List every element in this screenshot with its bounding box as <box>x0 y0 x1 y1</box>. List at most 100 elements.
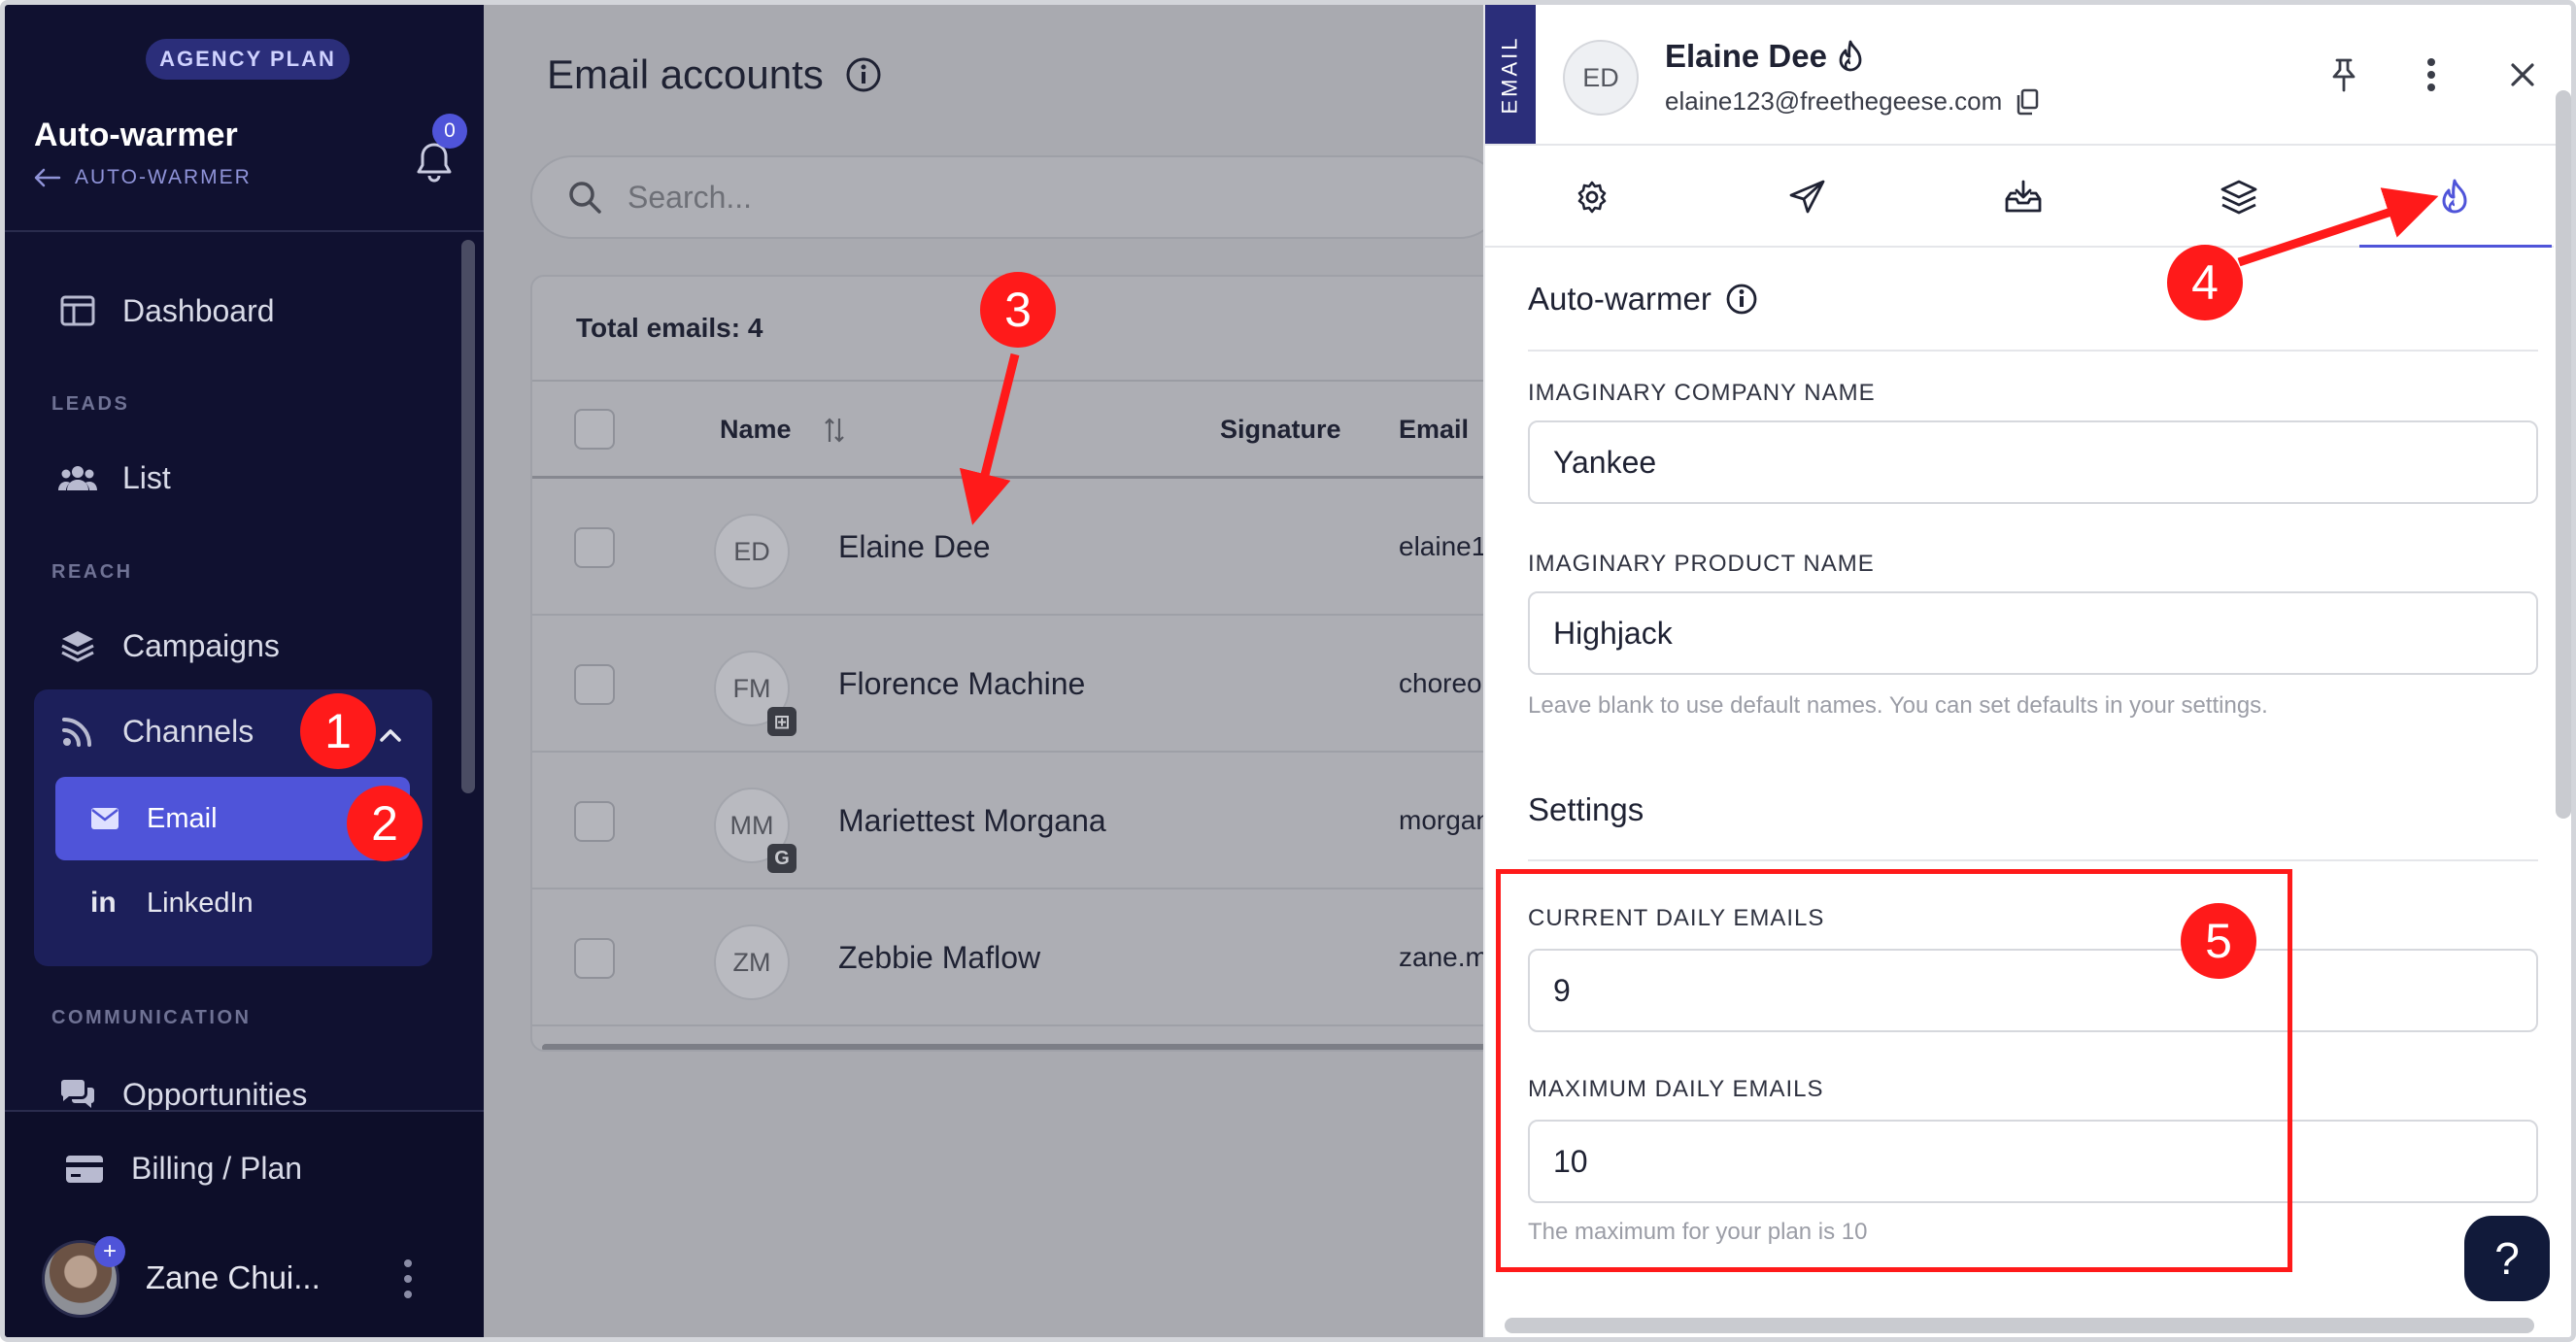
section-label-communication: COMMUNICATION <box>51 1007 252 1028</box>
workspace-sub-label: AUTO-WARMER <box>75 166 252 188</box>
table-row[interactable]: ED Elaine Dee elaine123@ <box>532 479 1500 616</box>
row-avatar: ED <box>714 514 790 589</box>
panel-email-text: elaine123@freethegeese.com <box>1665 86 2003 116</box>
panel-vertical-scrollbar[interactable] <box>2556 90 2571 819</box>
tab-auto-warmer[interactable] <box>2348 146 2561 248</box>
pin-button[interactable] <box>2322 53 2365 96</box>
more-options-button[interactable] <box>2410 53 2453 96</box>
sidebar-subitem-linkedin[interactable]: in LinkedIn <box>55 861 410 945</box>
close-button[interactable] <box>2501 53 2544 96</box>
sidebar-subitem-label: Email <box>147 802 218 834</box>
sidebar: AGENCY PLAN Auto-warmer AUTO-WARMER 0 Da… <box>5 5 484 1337</box>
flame-icon <box>1839 40 1862 72</box>
tab-inbox[interactable] <box>1916 146 2130 248</box>
layers-icon <box>61 631 94 662</box>
sidebar-item-label: Campaigns <box>122 627 280 663</box>
arrow-left-icon <box>34 168 61 187</box>
google-icon: G <box>767 844 797 873</box>
sidebar-scrollbar[interactable] <box>461 240 475 793</box>
user-name[interactable]: Zane Chui... <box>146 1259 321 1296</box>
panel-horizontal-scrollbar[interactable] <box>1505 1318 2534 1333</box>
search-input[interactable]: Search... <box>627 180 752 216</box>
copy-icon[interactable] <box>2016 88 2039 116</box>
row-name[interactable]: Florence Machine <box>838 666 1085 702</box>
annotation-marker-4: 4 <box>2167 245 2243 320</box>
sidebar-item-channels[interactable]: Channels <box>58 702 254 760</box>
dashboard-icon <box>60 295 95 326</box>
table-scrollbar[interactable] <box>542 1044 1494 1050</box>
table-row[interactable]: MM G Mariettest Morgana morganam <box>532 753 1500 889</box>
close-icon <box>2511 63 2534 86</box>
row-name[interactable]: Mariettest Morgana <box>838 803 1106 839</box>
info-icon[interactable] <box>1725 283 1758 316</box>
panel-tabs <box>1485 146 2554 248</box>
select-all-checkbox[interactable] <box>574 409 615 450</box>
pin-icon <box>2332 58 2356 92</box>
panel-avatar: ED <box>1563 40 1639 116</box>
company-name-input[interactable]: Yankee <box>1528 420 2538 504</box>
row-checkbox[interactable] <box>574 664 615 705</box>
sidebar-item-label: Channels <box>122 713 254 749</box>
sidebar-item-label: List <box>122 459 171 495</box>
settings-section-title: Settings <box>1528 791 1644 828</box>
section-divider <box>1528 350 2538 352</box>
main-content: Email accounts Search... Total emails: 4… <box>484 5 1502 1337</box>
email-side-tab: EMAIL <box>1485 5 1536 144</box>
row-checkbox[interactable] <box>574 801 615 842</box>
sidebar-item-list[interactable]: List <box>58 449 171 507</box>
paper-plane-icon <box>1789 180 1825 213</box>
app-window: AGENCY PLAN Auto-warmer AUTO-WARMER 0 Da… <box>0 0 2576 1342</box>
tab-settings[interactable] <box>1485 146 1699 248</box>
row-avatar: ZM <box>714 924 790 1000</box>
section-label-leads: LEADS <box>51 393 130 415</box>
annotation-marker-3: 3 <box>980 272 1056 348</box>
tab-campaigns[interactable] <box>2132 146 2346 248</box>
help-button[interactable]: ? <box>2464 1216 2550 1301</box>
active-tab-indicator <box>2359 245 2552 248</box>
row-name[interactable]: Elaine Dee <box>838 529 991 565</box>
panel-account-name: Elaine Dee <box>1665 38 1864 75</box>
microsoft-icon: ⊞ <box>767 707 797 736</box>
table-header: Name Signature Email <box>532 382 1500 479</box>
sidebar-item-label: Opportunities <box>122 1076 308 1112</box>
table-row[interactable]: FM ⊞ Florence Machine choreomar <box>532 616 1500 753</box>
avatar-plus-badge[interactable]: + <box>94 1236 125 1267</box>
table-row[interactable]: ZM Zebbie Maflow zane.mailf <box>532 889 1500 1026</box>
info-icon[interactable] <box>845 56 882 93</box>
chat-icon <box>60 1080 94 1108</box>
panel-name-text: Elaine Dee <box>1665 38 1827 74</box>
column-signature[interactable]: Signature <box>1220 415 1341 445</box>
layers-icon <box>2220 180 2257 214</box>
sidebar-footer-divider <box>5 1110 484 1112</box>
search-bar[interactable]: Search... <box>530 155 1502 239</box>
column-email[interactable]: Email <box>1399 415 1469 445</box>
chevron-up-icon[interactable] <box>374 719 407 752</box>
credit-card-icon <box>66 1155 103 1183</box>
gear-icon <box>1577 181 1607 213</box>
notification-count-badge: 0 <box>432 114 467 149</box>
row-name[interactable]: Zebbie Maflow <box>838 940 1040 976</box>
sort-icon[interactable] <box>824 417 845 444</box>
linkedin-icon: in <box>90 887 117 919</box>
inbox-download-icon <box>2005 180 2042 212</box>
search-icon <box>569 182 601 214</box>
tab-sending[interactable] <box>1701 146 1915 248</box>
column-name[interactable]: Name <box>720 415 792 445</box>
workspace-back-link[interactable]: AUTO-WARMER <box>34 166 252 189</box>
plan-badge: AGENCY PLAN <box>146 39 350 80</box>
workspace-title[interactable]: Auto-warmer <box>34 117 238 154</box>
row-checkbox[interactable] <box>574 527 615 568</box>
rss-icon <box>62 718 91 747</box>
sidebar-item-campaigns[interactable]: Campaigns <box>58 617 280 675</box>
sidebar-item-label: Billing / Plan <box>131 1151 303 1186</box>
sidebar-item-billing[interactable]: Billing / Plan <box>65 1151 302 1187</box>
more-vertical-icon[interactable] <box>401 1258 415 1300</box>
sidebar-subitem-label: LinkedIn <box>147 887 254 919</box>
row-checkbox[interactable] <box>574 938 615 979</box>
default-names-hint: Leave blank to use default names. You ca… <box>1528 692 2268 719</box>
section-label-reach: REACH <box>51 561 133 583</box>
sidebar-divider <box>5 230 484 232</box>
product-name-input[interactable]: Highjack <box>1528 591 2538 675</box>
product-name-label: IMAGINARY PRODUCT NAME <box>1528 551 1875 577</box>
sidebar-item-dashboard[interactable]: Dashboard <box>58 282 275 340</box>
